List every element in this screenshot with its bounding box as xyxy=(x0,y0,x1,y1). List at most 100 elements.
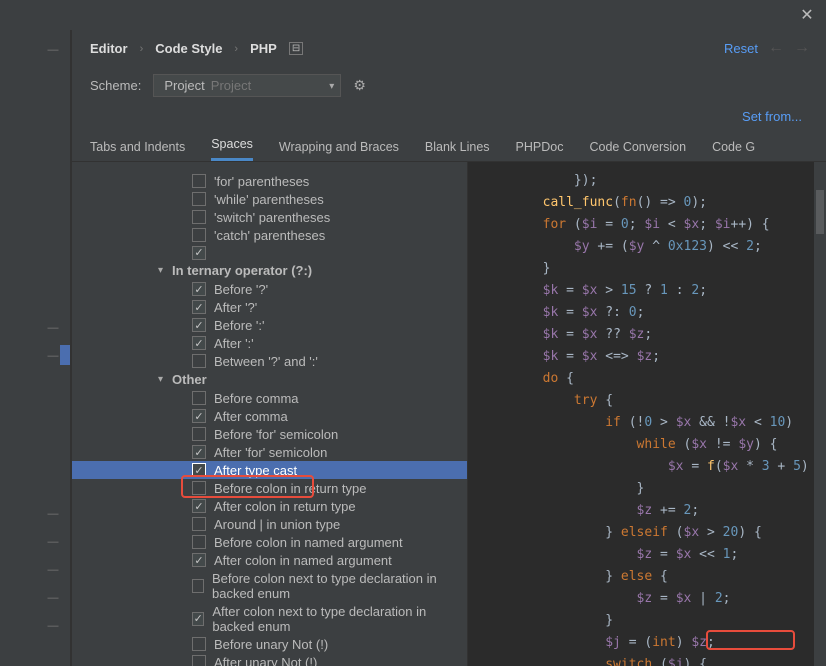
setting-item[interactable]: ✓After colon in named argument xyxy=(72,551,467,569)
tab-phpdoc[interactable]: PHPDoc xyxy=(516,140,564,161)
scheme-hint: Project xyxy=(211,78,251,93)
scrollbar-thumb[interactable] xyxy=(816,190,824,234)
setting-item[interactable]: 'switch' parentheses xyxy=(72,208,467,226)
setting-item[interactable]: ✓ After '?' xyxy=(72,298,467,316)
setting-label: After '?' xyxy=(214,300,257,315)
chevron-down-icon: ▾ xyxy=(158,265,163,276)
checkbox-icon[interactable]: ✓ xyxy=(192,445,206,459)
tab-code-conversion[interactable]: Code Conversion xyxy=(589,140,686,161)
setting-item[interactable]: ✓ Before '?' xyxy=(72,280,467,298)
checkbox-icon[interactable]: ✓ xyxy=(192,499,206,513)
checkbox-icon[interactable] xyxy=(192,391,206,405)
chevron-down-icon: ▾ xyxy=(329,81,334,92)
checkbox-icon[interactable]: ✓ xyxy=(192,336,206,350)
left-sidebar: — — — — — — — — xyxy=(0,30,72,666)
setting-item[interactable]: ✓ Before ':' xyxy=(72,316,467,334)
crumb-code-style[interactable]: Code Style xyxy=(155,41,222,56)
code-preview: }); call_func(fn() => 0); for ($i = 0; $… xyxy=(467,162,826,666)
setting-item[interactable]: ✓ After colon next to type declaration in… xyxy=(72,602,467,635)
checkbox-icon[interactable] xyxy=(192,354,206,368)
setting-item[interactable]: 'catch' parentheses xyxy=(72,226,467,244)
setting-label: After unary Not (!) xyxy=(214,655,317,666)
checkbox-icon[interactable] xyxy=(192,637,206,651)
setting-label: Between '?' and ':' xyxy=(214,354,318,369)
setting-item[interactable]: ✓ After ':' xyxy=(72,334,467,352)
chevron-right-icon: › xyxy=(234,43,238,55)
setting-item[interactable]: Before colon in return type xyxy=(72,479,467,497)
scheme-dropdown[interactable]: Project Project ▾ xyxy=(153,74,341,97)
setting-item[interactable]: After unary Not (!) xyxy=(72,653,467,666)
setting-label: 'for' parentheses xyxy=(214,174,309,189)
setting-item[interactable]: ✓ After type cast xyxy=(72,461,467,479)
checkbox-icon[interactable] xyxy=(192,228,206,242)
reset-link[interactable]: Reset xyxy=(724,41,758,56)
set-from-link[interactable]: Set from... xyxy=(72,103,826,134)
setting-label: After comma xyxy=(214,409,288,424)
breadcrumb: Editor › Code Style › PHP ⊟ xyxy=(72,30,826,66)
back-icon[interactable]: ← xyxy=(768,39,784,57)
checkbox-icon[interactable]: ✓ xyxy=(192,553,206,567)
setting-label: After colon in return type xyxy=(214,499,356,514)
setting-item[interactable]: Before colon in named argument xyxy=(72,533,467,551)
group-header[interactable]: ▾Other xyxy=(72,370,467,389)
setting-item[interactable]: Before 'for' semicolon xyxy=(72,425,467,443)
checkbox-icon[interactable]: ✓ xyxy=(192,463,206,477)
checkbox-icon[interactable]: ✓ xyxy=(192,282,206,296)
setting-label: Before 'for' semicolon xyxy=(214,427,338,442)
setting-label: Before colon in return type xyxy=(214,481,366,496)
tab-wrapping-and-braces[interactable]: Wrapping and Braces xyxy=(279,140,399,161)
checkbox-icon[interactable]: ✓ xyxy=(192,409,206,423)
setting-item[interactable]: ✓After 'for' semicolon xyxy=(72,443,467,461)
setting-item[interactable]: 'for' parentheses xyxy=(72,172,467,190)
setting-label: 'switch' parentheses xyxy=(214,210,330,225)
checkbox-icon[interactable]: ✓ xyxy=(192,246,206,260)
checkbox-icon[interactable] xyxy=(192,655,206,666)
tab-code-g[interactable]: Code G xyxy=(712,140,755,161)
checkbox-icon[interactable] xyxy=(192,517,206,531)
checkbox-icon[interactable] xyxy=(192,192,206,206)
setting-item[interactable]: Before comma xyxy=(72,389,467,407)
checkbox-icon[interactable]: ✓ xyxy=(192,612,204,626)
checkbox-icon[interactable] xyxy=(192,535,206,549)
checkbox-icon[interactable]: ✓ xyxy=(192,318,206,332)
setting-label: Around | in union type xyxy=(214,517,340,532)
setting-item[interactable]: ✓ xyxy=(72,244,467,261)
tabs: Tabs and Indents Spaces Wrapping and Brace… xyxy=(72,134,826,162)
setting-item[interactable]: Around | in union type xyxy=(72,515,467,533)
gear-icon[interactable]: ⚙ xyxy=(353,77,366,94)
setting-label: After ':' xyxy=(214,336,254,351)
setting-item[interactable]: Before colon next to type declaration in… xyxy=(72,569,467,602)
sidebar-selection xyxy=(60,345,70,365)
setting-item[interactable]: ✓ After comma xyxy=(72,407,467,425)
checkbox-icon[interactable]: ✓ xyxy=(192,300,206,314)
chevron-right-icon: › xyxy=(140,43,144,55)
setting-label: 'while' parentheses xyxy=(214,192,324,207)
checkbox-icon[interactable] xyxy=(192,481,206,495)
checkbox-icon[interactable] xyxy=(192,579,204,593)
setting-label: Before colon in named argument xyxy=(214,535,403,550)
tab-spaces[interactable]: Spaces xyxy=(211,137,253,161)
setting-label: Before colon next to type declaration in… xyxy=(212,571,467,601)
checkbox-icon[interactable] xyxy=(192,427,206,441)
setting-item[interactable]: 'while' parentheses xyxy=(72,190,467,208)
scheme-value: Project xyxy=(164,78,204,93)
setting-label: After colon next to type declaration in … xyxy=(212,604,467,634)
setting-item[interactable]: ✓ After colon in return type xyxy=(72,497,467,515)
crumb-php[interactable]: PHP xyxy=(250,41,277,56)
setting-item[interactable]: Before unary Not (!) xyxy=(72,635,467,653)
setting-label: Before ':' xyxy=(214,318,265,333)
close-icon[interactable]: ✕ xyxy=(800,8,814,22)
setting-label: Before unary Not (!) xyxy=(214,637,328,652)
setting-label: 'catch' parentheses xyxy=(214,228,325,243)
forward-icon[interactable]: → xyxy=(794,39,810,57)
settings-tree: 'for' parentheses 'while' parentheses 'swi… xyxy=(72,162,467,666)
tab-tabs-and-indents[interactable]: Tabs and Indents xyxy=(90,140,185,161)
checkbox-icon[interactable] xyxy=(192,210,206,224)
checkbox-icon[interactable] xyxy=(192,174,206,188)
group-header[interactable]: ▾In ternary operator (?:) xyxy=(72,261,467,280)
setting-label: Before '?' xyxy=(214,282,268,297)
setting-item[interactable]: Between '?' and ':' xyxy=(72,352,467,370)
tab-blank-lines[interactable]: Blank Lines xyxy=(425,140,490,161)
crumb-editor[interactable]: Editor xyxy=(90,41,128,56)
setting-label: After type cast xyxy=(214,463,297,478)
